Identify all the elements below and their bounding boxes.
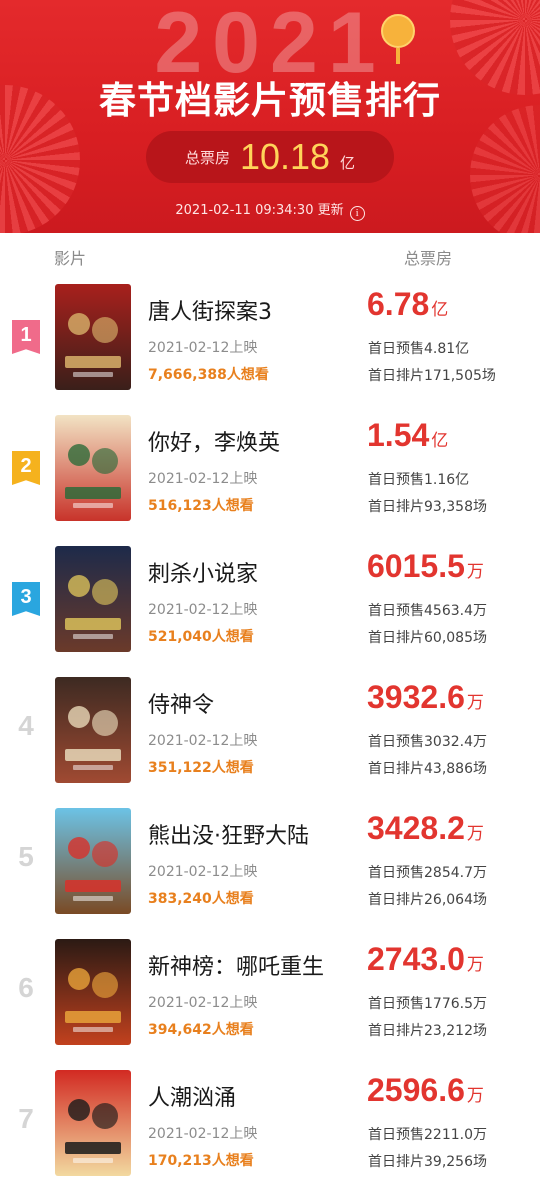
movie-poster[interactable] bbox=[55, 808, 131, 914]
rank-badge: 6 bbox=[18, 972, 34, 1003]
update-time-text: 2021-02-11 09:34:30 更新 bbox=[175, 203, 344, 218]
want-to-see-count: 351,122人想看 bbox=[148, 760, 254, 776]
release-date: 2021-02-12上映 bbox=[148, 340, 258, 356]
first-day-presale: 首日预售4563.4万 bbox=[368, 603, 487, 619]
info-icon[interactable]: i bbox=[349, 206, 365, 221]
first-day-screenings: 首日排片39,256场 bbox=[368, 1154, 487, 1170]
first-day-screenings: 首日排片23,212场 bbox=[368, 1023, 487, 1039]
first-day-screenings: 首日排片60,085场 bbox=[368, 630, 487, 646]
box-office: 3428.2 万 bbox=[367, 810, 484, 847]
movie-row[interactable]: 2 你好，李焕英 2021-02-12上映 516,123人想看 1.54 亿 首… bbox=[0, 413, 540, 543]
update-time: 2021-02-11 09:34:30 更新 i bbox=[0, 199, 540, 221]
release-date: 2021-02-12上映 bbox=[148, 733, 258, 749]
movie-poster[interactable] bbox=[55, 546, 131, 652]
rank-badge: 7 bbox=[18, 1103, 34, 1134]
box-office-unit: 万 bbox=[466, 955, 484, 974]
want-to-see-count: 7,666,388人想看 bbox=[148, 367, 269, 383]
first-day-presale: 首日预售4.81亿 bbox=[368, 341, 470, 357]
box-office: 6015.5 万 bbox=[367, 548, 484, 585]
movie-title[interactable]: 熊出没·狂野大陆 bbox=[148, 818, 309, 850]
movie-row[interactable]: 7 人潮汹涌 2021-02-12上映 170,213人想看 2596.6 万 首… bbox=[0, 1068, 540, 1189]
page-title: 春节档影片预售排行 bbox=[99, 79, 441, 122]
box-office-unit: 万 bbox=[466, 693, 484, 712]
movie-title[interactable]: 人潮汹涌 bbox=[148, 1080, 236, 1112]
release-date: 2021-02-12上映 bbox=[148, 864, 258, 880]
first-day-presale: 首日预售1776.5万 bbox=[368, 996, 487, 1012]
first-day-presale: 首日预售3032.4万 bbox=[368, 734, 487, 750]
total-box-office: 总票房 10.18 亿 bbox=[146, 131, 394, 183]
movie-poster[interactable] bbox=[55, 939, 131, 1045]
poster-image bbox=[55, 284, 131, 390]
rank-badge: 5 bbox=[18, 841, 34, 872]
total-box-office-value: 10.18 bbox=[239, 136, 331, 177]
rank-badge: 1 bbox=[12, 320, 40, 354]
release-date: 2021-02-12上映 bbox=[148, 995, 258, 1011]
box-office-value: 2596.6 bbox=[367, 1072, 465, 1108]
movie-poster[interactable] bbox=[55, 415, 131, 521]
first-day-screenings: 首日排片43,886场 bbox=[368, 761, 487, 777]
lantern-icon bbox=[381, 14, 415, 64]
first-day-screenings: 首日排片26,064场 bbox=[368, 892, 487, 908]
box-office-value: 2743.0 bbox=[367, 941, 465, 977]
box-office: 2596.6 万 bbox=[367, 1072, 484, 1109]
release-date: 2021-02-12上映 bbox=[148, 1126, 258, 1142]
poster-image bbox=[55, 415, 131, 521]
movie-title[interactable]: 刺杀小说家 bbox=[148, 556, 258, 588]
movie-poster[interactable] bbox=[55, 284, 131, 390]
poster-image bbox=[55, 546, 131, 652]
box-office-unit: 万 bbox=[466, 1086, 484, 1105]
first-day-presale: 首日预售2854.7万 bbox=[368, 865, 487, 881]
poster-image bbox=[55, 808, 131, 914]
box-office-unit: 万 bbox=[466, 562, 484, 581]
first-day-presale: 首日预售1.16亿 bbox=[368, 472, 470, 488]
first-day-presale: 首日预售2211.0万 bbox=[368, 1127, 487, 1143]
release-date: 2021-02-12上映 bbox=[148, 471, 258, 487]
box-office-unit: 亿 bbox=[431, 300, 449, 319]
column-header-film: 影片 bbox=[54, 249, 87, 268]
poster-image bbox=[55, 1070, 131, 1176]
box-office-value: 3932.6 bbox=[367, 679, 465, 715]
want-to-see-count: 170,213人想看 bbox=[148, 1153, 254, 1169]
movie-row[interactable]: 3 刺杀小说家 2021-02-12上映 521,040人想看 6015.5 万 … bbox=[0, 544, 540, 674]
box-office-value: 6015.5 bbox=[367, 548, 465, 584]
movie-title[interactable]: 新神榜：哪吒重生 bbox=[148, 949, 324, 981]
movie-row[interactable]: 4 侍神令 2021-02-12上映 351,122人想看 3932.6 万 首日… bbox=[0, 675, 540, 805]
box-office-unit: 亿 bbox=[431, 431, 449, 450]
box-office-value: 6.78 bbox=[367, 286, 430, 322]
movie-row[interactable]: 6 新神榜：哪吒重生 2021-02-12上映 394,642人想看 2743.… bbox=[0, 937, 540, 1067]
box-office: 1.54 亿 bbox=[367, 417, 448, 454]
box-office: 3932.6 万 bbox=[367, 679, 484, 716]
box-office: 2743.0 万 bbox=[367, 941, 484, 978]
ranking-header: 2021 春节档影片预售排行 总票房 10.18 亿 2021-02-11 09… bbox=[0, 0, 540, 233]
rank-badge: 4 bbox=[18, 710, 34, 741]
box-office-value: 1.54 bbox=[367, 417, 430, 453]
box-office: 6.78 亿 bbox=[367, 286, 448, 323]
rank-badge: 3 bbox=[12, 582, 40, 616]
first-day-screenings: 首日排片93,358场 bbox=[368, 499, 487, 515]
movie-poster[interactable] bbox=[55, 677, 131, 783]
rank-badge: 2 bbox=[12, 451, 40, 485]
want-to-see-count: 383,240人想看 bbox=[148, 891, 254, 907]
want-to-see-count: 521,040人想看 bbox=[148, 629, 254, 645]
movie-row[interactable]: 5 熊出没·狂野大陆 2021-02-12上映 383,240人想看 3428.… bbox=[0, 806, 540, 936]
movie-row[interactable]: 1 唐人街探案3 2021-02-12上映 7,666,388人想看 6.78 亿… bbox=[0, 282, 540, 412]
total-box-office-unit: 亿 bbox=[340, 153, 356, 172]
column-header-box-office: 总票房 bbox=[404, 249, 453, 268]
movie-title[interactable]: 侍神令 bbox=[148, 687, 214, 719]
total-box-office-label: 总票房 bbox=[184, 148, 230, 167]
movie-poster[interactable] bbox=[55, 1070, 131, 1176]
release-date: 2021-02-12上映 bbox=[148, 602, 258, 618]
box-office-unit: 万 bbox=[466, 824, 484, 843]
movie-title[interactable]: 你好，李焕英 bbox=[148, 425, 280, 457]
box-office-value: 3428.2 bbox=[367, 810, 465, 846]
want-to-see-count: 516,123人想看 bbox=[148, 498, 254, 514]
want-to-see-count: 394,642人想看 bbox=[148, 1022, 254, 1038]
poster-image bbox=[55, 939, 131, 1045]
movie-title[interactable]: 唐人街探案3 bbox=[148, 294, 272, 326]
poster-image bbox=[55, 677, 131, 783]
first-day-screenings: 首日排片171,505场 bbox=[368, 368, 496, 384]
